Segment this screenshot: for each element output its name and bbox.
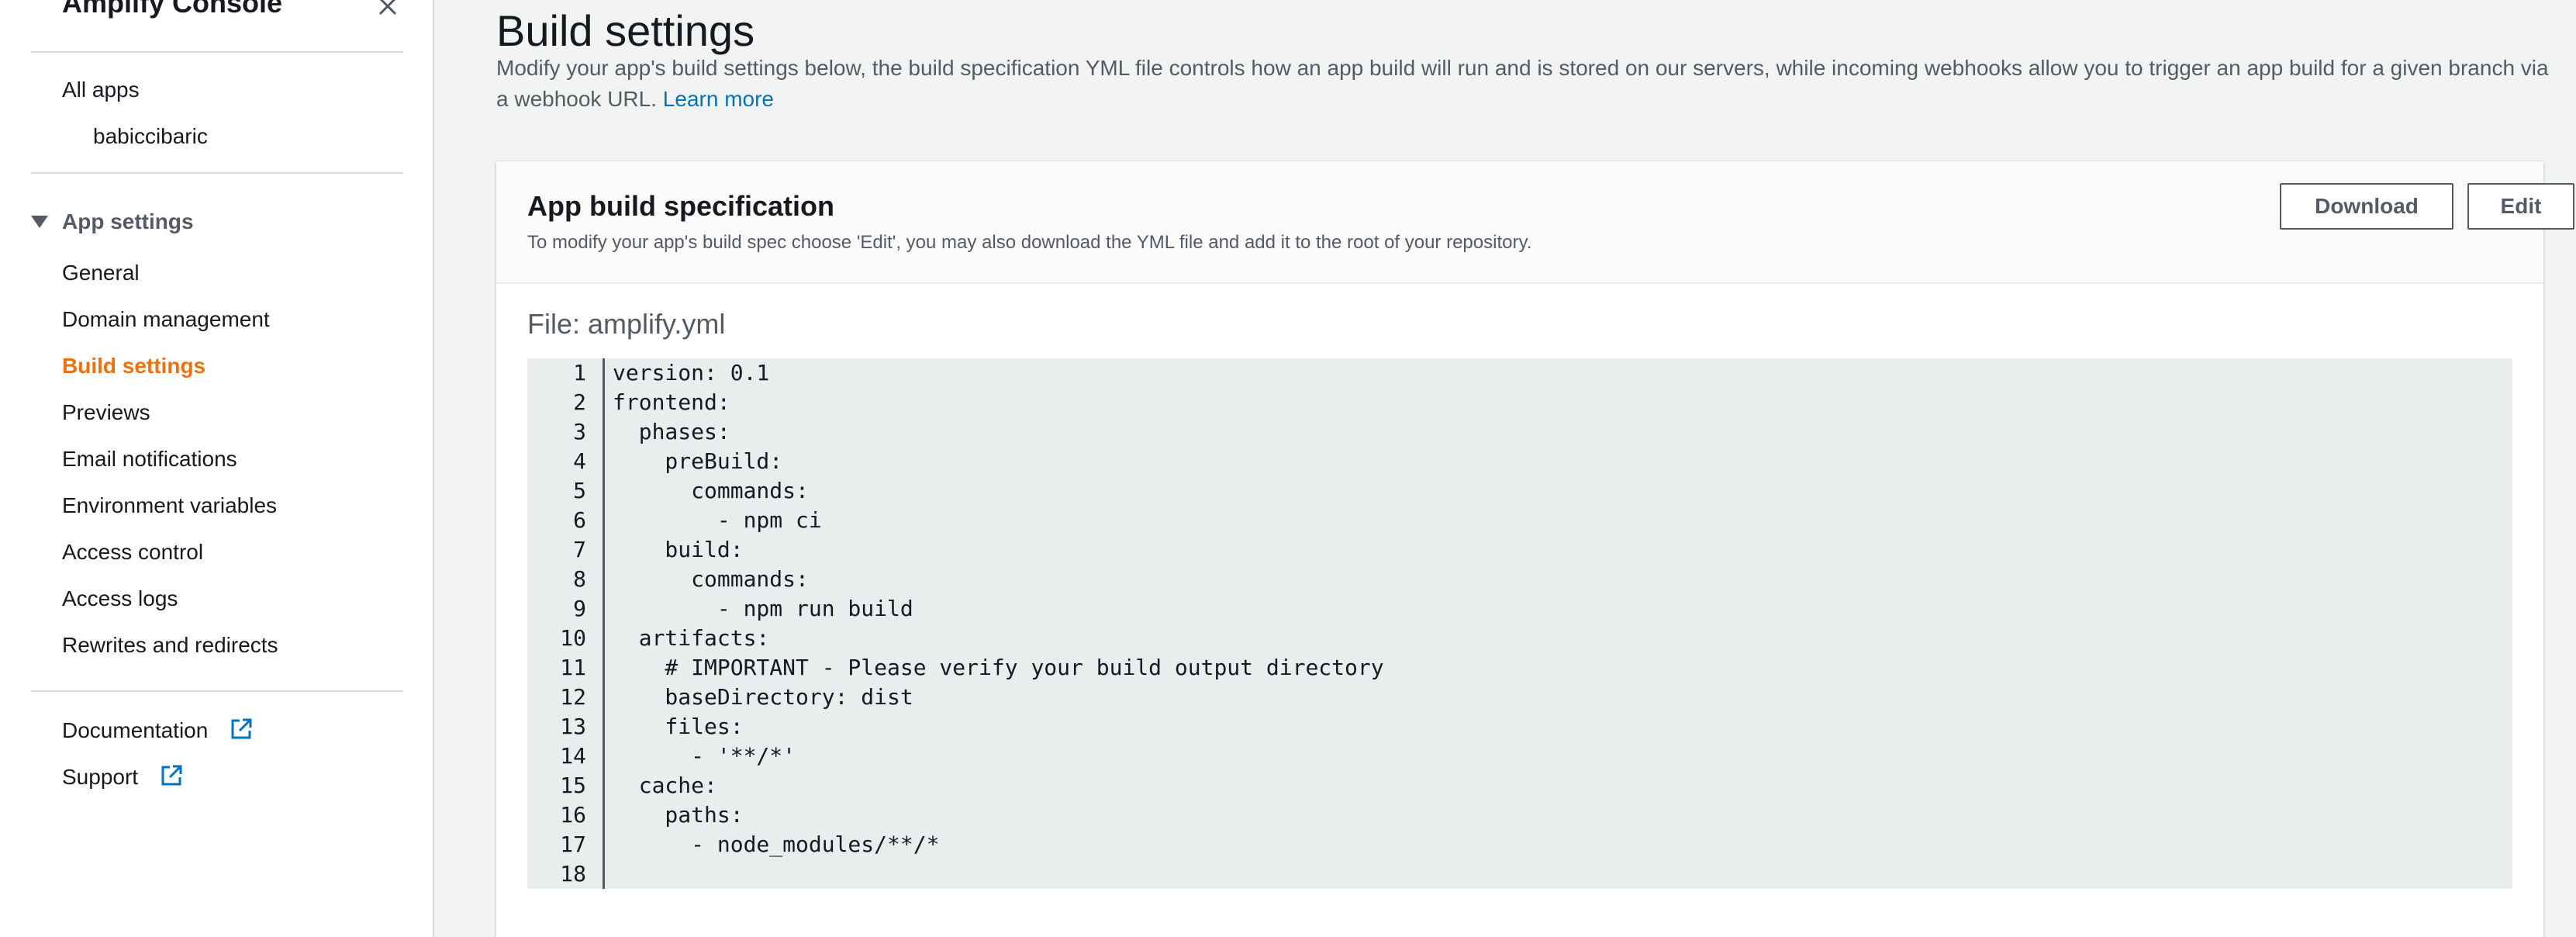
panel-subtitle: To modify your app's build spec choose '… [527, 232, 1532, 253]
amplify-console-app: Amplify Console All apps babiccibaric Ap… [0, 0, 2576, 937]
line-number: 16 [560, 802, 586, 828]
page-description: Modify your app's build settings below, … [496, 53, 2559, 115]
line-number: 2 [573, 389, 586, 415]
code-line: 9 - npm run build [527, 594, 2512, 624]
sidebar-item-documentation[interactable]: Documentation [62, 717, 253, 745]
sidebar-item-environment-variables[interactable]: Environment variables [62, 492, 277, 520]
file-label: File: amplify.yml [527, 308, 726, 340]
code-line: 5 commands: [527, 476, 2512, 506]
sidebar-item-app[interactable]: babiccibaric [93, 123, 208, 150]
edit-button[interactable]: Edit [2467, 183, 2574, 230]
line-number: 13 [560, 714, 586, 739]
sidebar-item-all-apps[interactable]: All apps [62, 76, 140, 104]
code-line: 18 [527, 859, 2512, 889]
code-line: 11 # IMPORTANT - Please verify your buil… [527, 653, 2512, 683]
code-line: 14 - '**/*' [527, 742, 2512, 771]
code-line: 4 preBuild: [527, 447, 2512, 476]
sidebar-divider [31, 51, 403, 53]
main-content: Build settings Modify your app's build s… [434, 0, 2576, 937]
line-text: paths: [613, 802, 744, 828]
code-line: 12 baseDirectory: dist [527, 683, 2512, 712]
code-line: 2 frontend: [527, 388, 2512, 417]
external-link-icon [231, 718, 252, 739]
line-number: 8 [573, 566, 586, 592]
line-number: 5 [573, 478, 586, 503]
line-number: 1 [573, 360, 586, 386]
code-line: 3 phases: [527, 417, 2512, 447]
close-icon[interactable] [375, 0, 400, 19]
sidebar: Amplify Console All apps babiccibaric Ap… [0, 0, 434, 937]
code-line: 15 cache: [527, 771, 2512, 800]
code-line: 13 files: [527, 712, 2512, 742]
line-number: 12 [560, 684, 586, 710]
panel-header: App build specification To modify your a… [496, 161, 2574, 284]
line-text: phases: [613, 419, 730, 444]
sidebar-item-build-settings[interactable]: Build settings [62, 352, 205, 380]
app-settings-label: App settings [62, 209, 194, 233]
sidebar-item-rewrites-and-redirects[interactable]: Rewrites and redirects [62, 631, 278, 659]
code-line: 7 build: [527, 535, 2512, 565]
code-viewer[interactable]: 1 version: 0.1 2 frontend: 3 phases: 4 preBui… [527, 358, 2512, 889]
line-text: baseDirectory: dist [613, 684, 913, 710]
line-number: 15 [560, 773, 586, 798]
sidebar-item-access-logs[interactable]: Access logs [62, 585, 178, 613]
line-number: 4 [573, 448, 586, 474]
description-text: Modify your app's build settings below, … [496, 56, 2549, 111]
line-text: files: [613, 714, 744, 739]
sidebar-divider [31, 172, 403, 174]
documentation-label: Documentation [62, 718, 209, 742]
line-number: 9 [573, 596, 586, 621]
line-text: preBuild: [613, 448, 783, 474]
line-text: commands: [613, 566, 809, 592]
support-label: Support [62, 765, 139, 789]
line-text: commands: [613, 478, 809, 503]
sidebar-divider [31, 690, 403, 692]
caret-down-icon [31, 216, 48, 228]
code-line: 6 - npm ci [527, 506, 2512, 535]
line-text: - npm run build [613, 596, 913, 621]
sidebar-item-domain-management[interactable]: Domain management [62, 306, 270, 334]
line-text: - '**/*' [613, 743, 796, 769]
line-text: artifacts: [613, 625, 770, 651]
line-number: 7 [573, 537, 586, 562]
line-text: - node_modules/**/* [613, 832, 940, 857]
sidebar-item-email-notifications[interactable]: Email notifications [62, 445, 237, 473]
line-text: - npm ci [613, 507, 822, 533]
line-text: cache: [613, 773, 717, 798]
sidebar-item-general[interactable]: General [62, 259, 140, 287]
line-text: frontend: [613, 389, 730, 415]
learn-more-link[interactable]: Learn more [663, 87, 774, 111]
line-number: 18 [560, 861, 586, 887]
line-number: 11 [560, 655, 586, 680]
line-number: 10 [560, 625, 586, 651]
line-text: build: [613, 537, 744, 562]
line-number: 17 [560, 832, 586, 857]
code-line: 8 commands: [527, 565, 2512, 594]
line-text: version: 0.1 [613, 360, 770, 386]
download-button[interactable]: Download [2280, 183, 2453, 230]
external-link-icon [161, 765, 182, 786]
line-number: 3 [573, 419, 586, 444]
code-line: 10 artifacts: [527, 624, 2512, 653]
build-spec-panel: App build specification To modify your a… [496, 161, 2574, 937]
app-settings-section-toggle[interactable]: App settings [31, 208, 194, 236]
code-line: 16 paths: [527, 800, 2512, 830]
sidebar-item-access-control[interactable]: Access control [62, 538, 203, 566]
code-line: 17 - node_modules/**/* [527, 830, 2512, 859]
line-text: # IMPORTANT - Please verify your build o… [613, 655, 1384, 680]
code-line: 1 version: 0.1 [527, 358, 2512, 388]
line-number: 14 [560, 743, 586, 769]
sidebar-item-previews[interactable]: Previews [62, 399, 150, 427]
page-title: Build settings [496, 5, 755, 55]
line-number: 6 [573, 507, 586, 533]
panel-title: App build specification [527, 190, 835, 222]
sidebar-item-support[interactable]: Support [62, 763, 183, 791]
sidebar-title: Amplify Console [62, 0, 283, 19]
